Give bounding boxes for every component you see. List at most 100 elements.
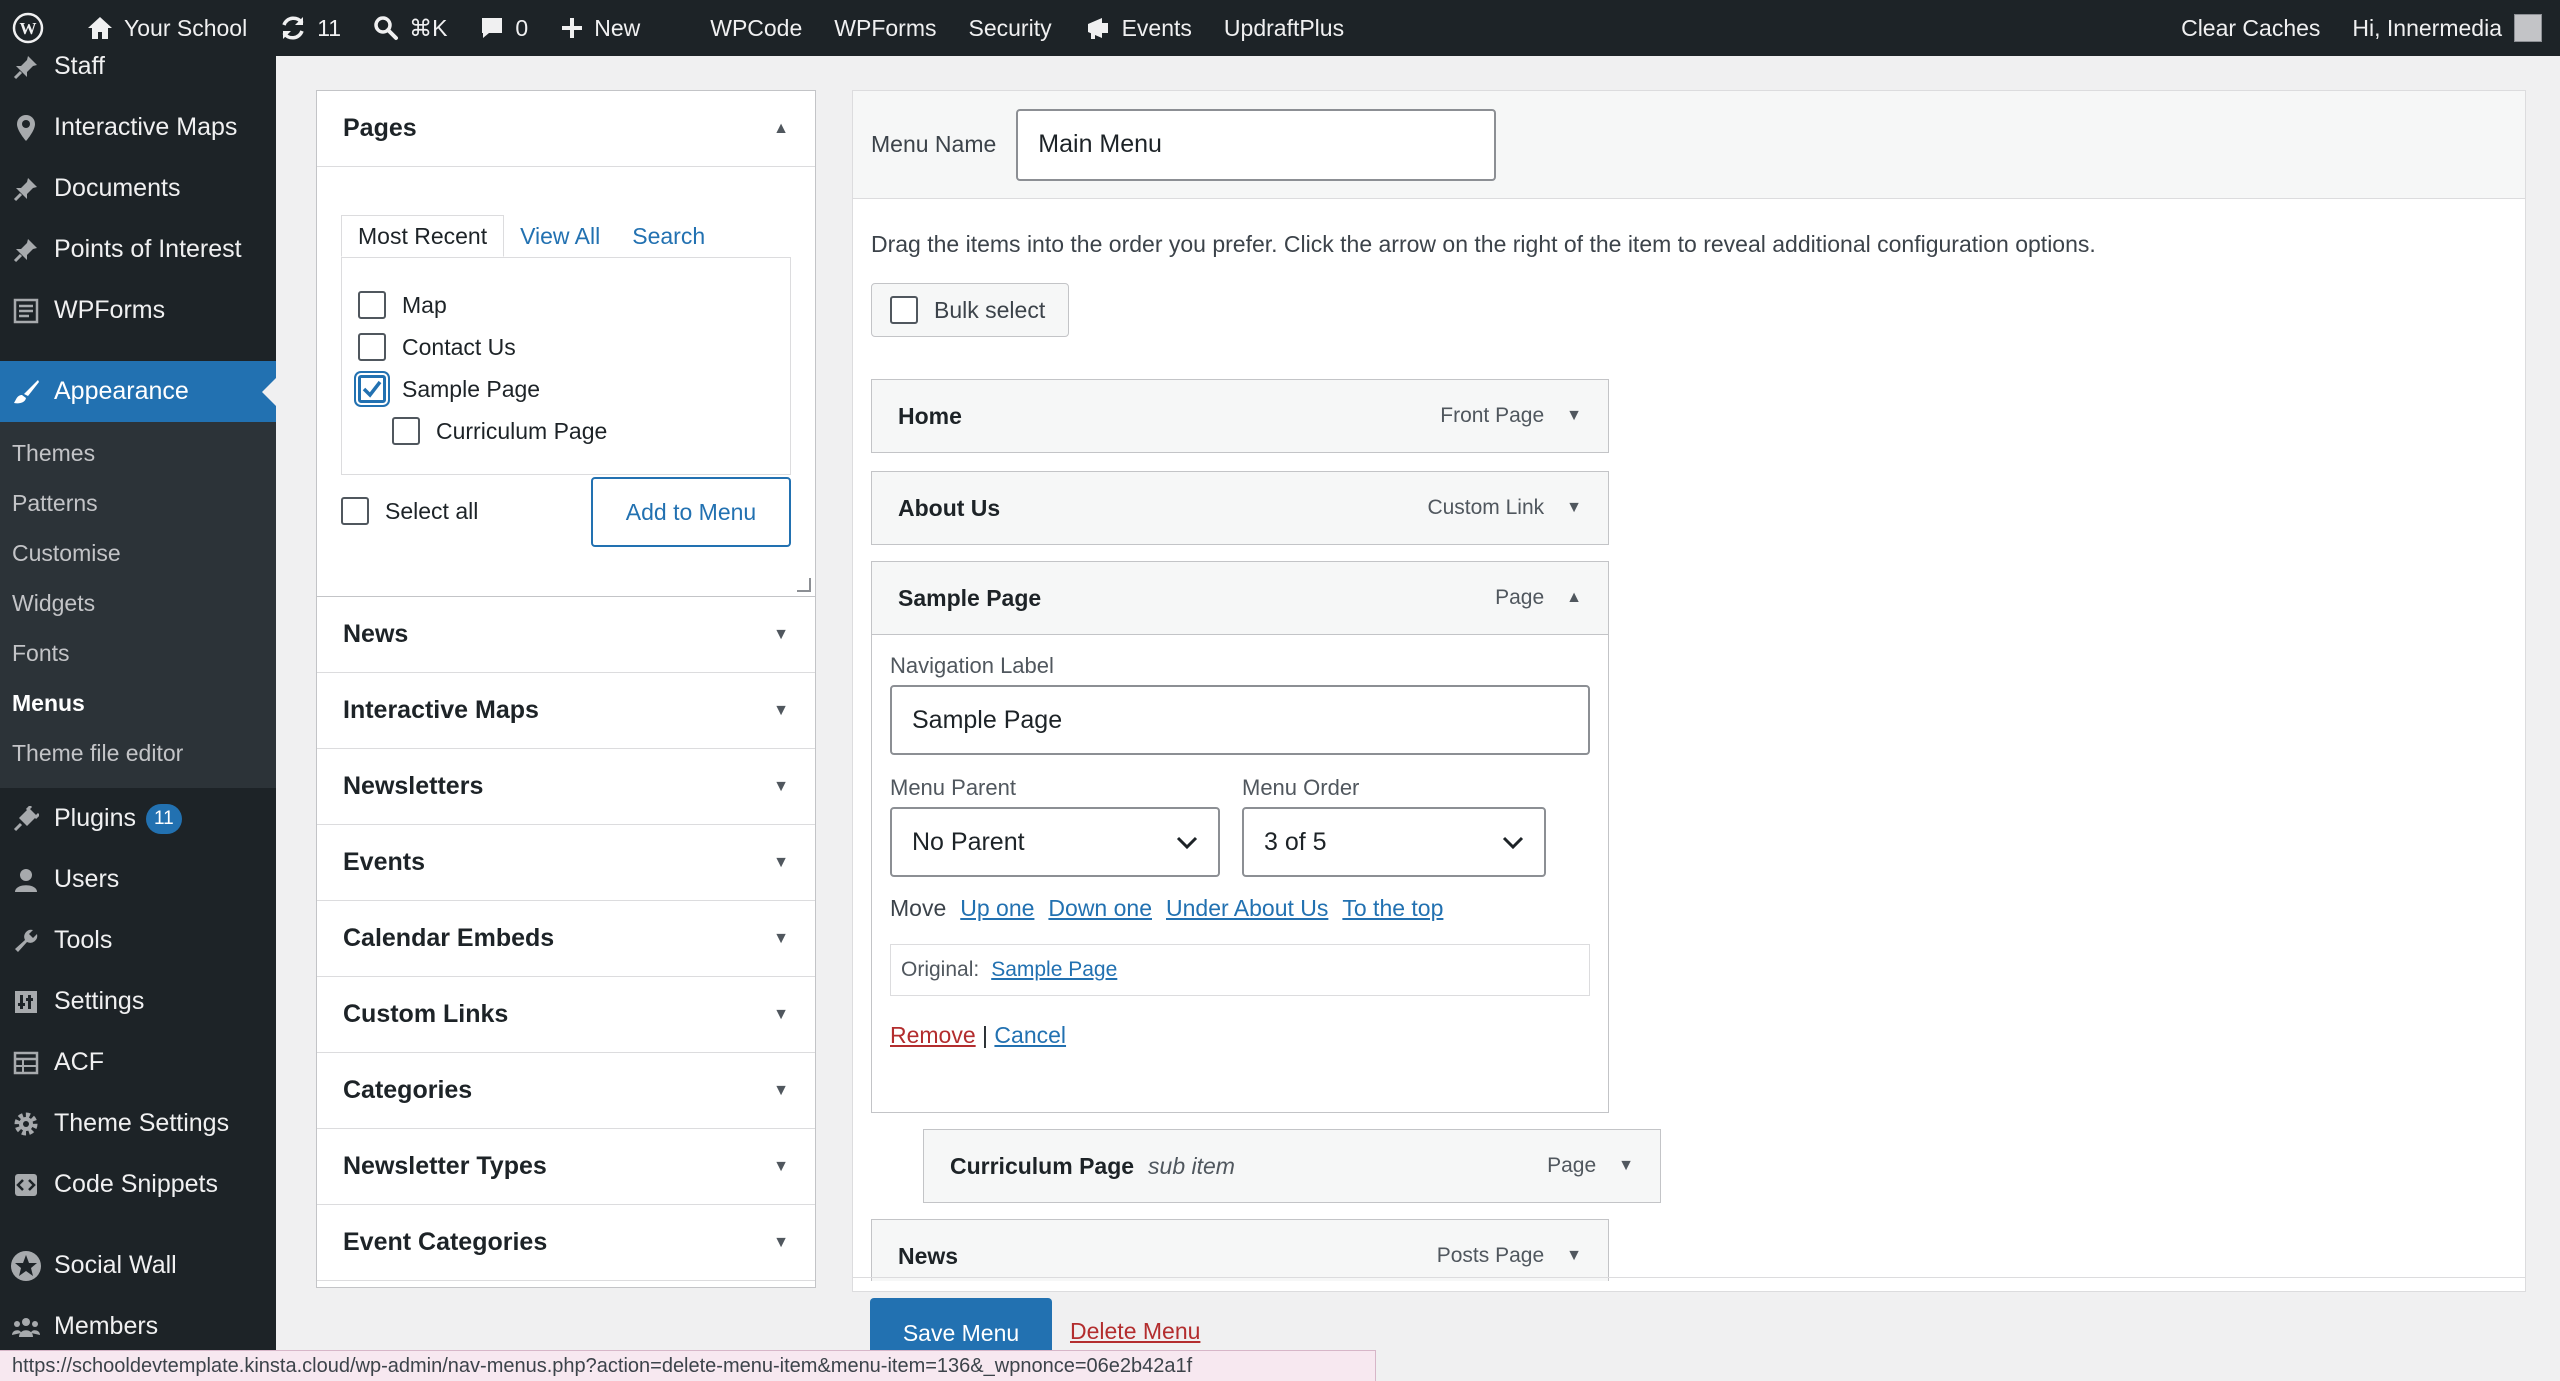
submenu-widgets[interactable]: Widgets [0,578,276,628]
table-icon [6,1043,46,1083]
submenu-fonts[interactable]: Fonts [0,628,276,678]
menu-parent-select[interactable]: No Parent [890,807,1220,877]
account-link[interactable]: Hi, Innermedia [2336,0,2552,56]
pages-accordion-header[interactable]: Pages ▲ [317,91,815,167]
menu-order-select[interactable]: 3 of 5 [1242,807,1546,877]
events-link[interactable]: Events [1068,0,1208,56]
original-link[interactable]: Sample Page [991,958,1117,982]
checkbox[interactable] [358,291,386,319]
checkbox-checked[interactable] [358,375,386,403]
submenu-customise[interactable]: Customise [0,528,276,578]
move-down-one-link[interactable]: Down one [1048,895,1152,922]
checkbox[interactable] [392,417,420,445]
cancel-link[interactable]: Cancel [994,1022,1066,1048]
new-content-link[interactable]: New [544,0,656,56]
move-to-top-link[interactable]: To the top [1342,895,1443,922]
menu-item-about-us[interactable]: About Us Custom Link ▼ [871,471,1609,545]
sidebar-item-social-wall[interactable]: Social Wall [0,1235,276,1296]
clear-caches-link[interactable]: Clear Caches [2165,0,2336,56]
sidebar-item-label: Documents [54,174,181,202]
sidebar-item-users[interactable]: Users [0,849,276,910]
sidebar-item-label: Plugins [54,804,136,832]
list-item[interactable]: Curriculum Page [358,410,774,452]
menu-item-news[interactable]: News Posts Page ▼ [871,1219,1609,1281]
sidebar-item-plugins[interactable]: Plugins 11 [0,788,276,849]
sidebar-item-members[interactable]: Members [0,1296,276,1357]
sidebar-item-theme-settings[interactable]: Theme Settings [0,1093,276,1154]
updates-link[interactable]: 11 [263,0,357,56]
accordion-newsletter-types[interactable]: Newsletter Types ▼ [317,1129,815,1205]
sidebar-item-acf[interactable]: ACF [0,1032,276,1093]
delete-menu-link[interactable]: Delete Menu [1070,1318,1200,1345]
search-shortcut[interactable]: ⌘K [357,0,463,56]
select-all[interactable]: Select all [341,497,478,525]
caret-down-icon[interactable]: ▼ [1566,499,1582,517]
tab-label: View All [520,222,601,249]
home-icon [86,15,114,41]
resize-handle[interactable] [797,578,811,592]
bulk-select-checkbox[interactable] [890,296,918,324]
sidebar-item-tools[interactable]: Tools [0,910,276,971]
submenu-patterns[interactable]: Patterns [0,478,276,528]
tab-view-all[interactable]: View All [504,215,616,257]
accordion-interactive-maps[interactable]: Interactive Maps ▼ [317,673,815,749]
comments-count: 0 [515,14,529,41]
list-item[interactable]: Map [358,284,774,326]
submenu-menus[interactable]: Menus [0,678,276,728]
submenu-themes[interactable]: Themes [0,428,276,478]
caret-down-icon[interactable]: ▼ [1566,1247,1582,1265]
wordpress-logo[interactable]: W [0,0,70,56]
accordion-categories[interactable]: Categories ▼ [317,1053,815,1129]
menu-item-title: Home [898,402,962,429]
sidebar-item-documents[interactable]: Documents [0,158,276,219]
wpcode-link[interactable]: WPCode [694,0,818,56]
sidebar-item-appearance[interactable]: Appearance [0,361,276,422]
sidebar-item-interactive-maps[interactable]: Interactive Maps [0,97,276,158]
menu-item-sample-page[interactable]: Sample Page Page ▲ [871,561,1609,635]
sidebar-item-settings[interactable]: Settings [0,971,276,1032]
security-label: Security [968,14,1052,41]
sidebar-item-wpforms[interactable]: WPForms [0,280,276,341]
brush-icon [6,372,46,412]
menu-item-curriculum-page[interactable]: Curriculum Page sub item Page ▼ [923,1129,1661,1203]
submenu-theme-file-editor[interactable]: Theme file editor [0,728,276,778]
appearance-submenu: Themes Patterns Customise Widgets Fonts … [0,422,276,788]
move-under-link[interactable]: Under About Us [1166,895,1328,922]
sidebar-item-staff[interactable]: Staff [0,56,276,97]
caret-down-icon[interactable]: ▼ [1618,1157,1634,1175]
move-up-one-link[interactable]: Up one [960,895,1034,922]
comment-icon [479,15,505,41]
pin-icon [6,169,46,209]
comments-link[interactable]: 0 [463,0,544,56]
navigation-label-input[interactable]: Sample Page [890,685,1590,755]
updraftplus-link[interactable]: UpdraftPlus [1208,0,1360,56]
remove-link[interactable]: Remove [890,1022,976,1048]
caret-down-icon: ▼ [773,701,789,719]
sidebar-item-code-snippets[interactable]: Code Snippets [0,1154,276,1215]
bulk-select-button[interactable]: Bulk select [871,283,1069,337]
sidebar-item-points-of-interest[interactable]: Points of Interest [0,219,276,280]
add-to-menu-button[interactable]: Add to Menu [591,477,791,547]
accordion-calendar-embeds[interactable]: Calendar Embeds ▼ [317,901,815,977]
tab-search[interactable]: Search [616,215,721,257]
checkbox[interactable] [358,333,386,361]
menu-name-input[interactable]: Main Menu [1016,108,1497,181]
caret-down-icon[interactable]: ▼ [1566,407,1582,425]
tab-most-recent[interactable]: Most Recent [341,215,505,257]
wpforms-link[interactable]: WPForms [818,0,952,56]
accordion-event-categories[interactable]: Event Categories ▼ [317,1205,815,1281]
caret-down-icon: ▼ [773,1081,789,1099]
pin-icon [6,230,46,270]
caret-up-icon[interactable]: ▲ [1566,589,1582,607]
security-link[interactable]: Security [953,0,1068,56]
accordion-custom-links[interactable]: Custom Links ▼ [317,977,815,1053]
list-item[interactable]: Sample Page [358,368,774,410]
accordion-news[interactable]: News ▼ [317,597,815,673]
menu-item-type: Page [1547,1154,1597,1177]
accordion-events[interactable]: Events ▼ [317,825,815,901]
menu-item-home[interactable]: Home Front Page ▼ [871,379,1609,453]
select-all-checkbox[interactable] [341,497,369,525]
site-name-link[interactable]: Your School [70,0,263,56]
accordion-newsletters[interactable]: Newsletters ▼ [317,749,815,825]
list-item[interactable]: Contact Us [358,326,774,368]
